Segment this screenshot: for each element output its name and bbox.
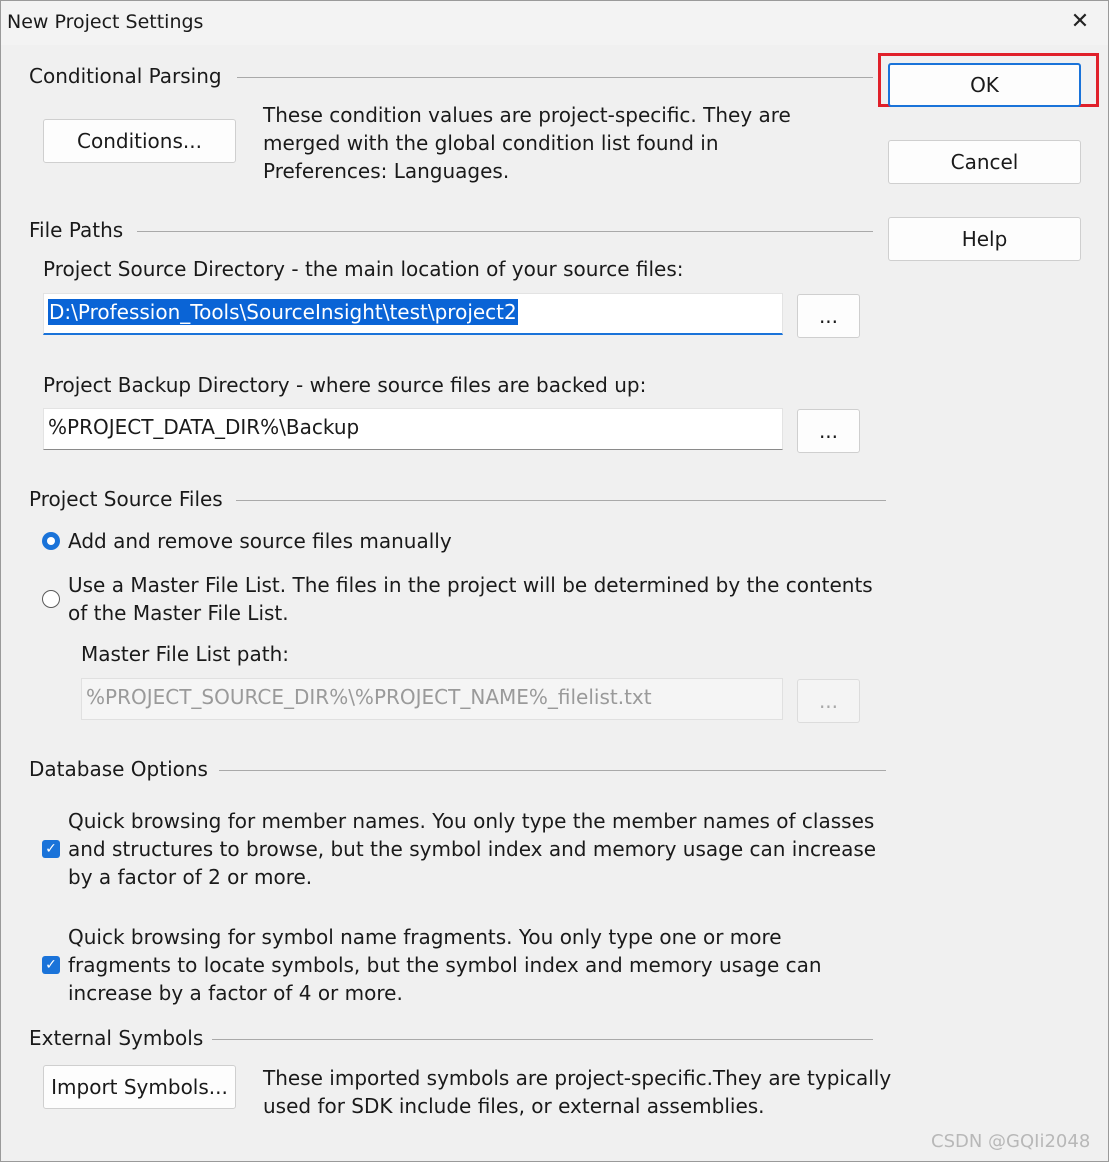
conditions-description: These condition values are project-speci… (263, 101, 791, 185)
master-path-browse-button[interactable]: ... (797, 679, 860, 723)
source-dir-label: Project Source Directory - the main loca… (43, 257, 684, 281)
option-manual-label[interactable]: Add and remove source files manually (68, 527, 452, 555)
name-fragments-line: fragments to locate symbols, but the sym… (68, 953, 822, 977)
ok-button[interactable]: OK (888, 63, 1081, 107)
section-divider (137, 231, 873, 232)
section-heading-file-paths: File Paths (29, 218, 124, 242)
conditions-button[interactable]: Conditions... (43, 119, 236, 163)
source-dir-input[interactable]: D:\Profession_Tools\SourceInsight\test\p… (43, 293, 783, 335)
member-names-line: Quick browsing for member names. You onl… (68, 809, 875, 833)
checkbox-member-names[interactable]: ✓ (42, 840, 60, 858)
name-fragments-line: increase by a factor of 4 or more. (68, 981, 403, 1005)
option-master-line: Use a Master File List. The files in the… (68, 573, 873, 597)
import-symbols-button[interactable]: Import Symbols... (43, 1065, 236, 1109)
section-divider (219, 770, 886, 771)
section-heading-conditional-parsing: Conditional Parsing (29, 64, 222, 88)
option-master-label[interactable]: Use a Master File List. The files in the… (68, 571, 873, 627)
section-divider (236, 500, 886, 501)
section-divider (237, 77, 873, 78)
master-path-label: Master File List path: (81, 642, 290, 666)
radio-master-file-list[interactable] (42, 590, 60, 608)
description-line: These imported symbols are project-speci… (263, 1066, 892, 1090)
section-heading-project-source-files: Project Source Files (29, 487, 223, 511)
description-line: Preferences: Languages. (263, 159, 510, 183)
section-divider (212, 1039, 873, 1040)
help-button[interactable]: Help (888, 217, 1081, 261)
cancel-button[interactable]: Cancel (888, 140, 1081, 184)
member-names-line: by a factor of 2 or more. (68, 865, 313, 889)
name-fragments-line: Quick browsing for symbol name fragments… (68, 925, 782, 949)
master-path-value: %PROJECT_SOURCE_DIR%\%PROJECT_NAME%_file… (86, 685, 652, 709)
section-heading-external-symbols: External Symbols (29, 1026, 204, 1050)
section-heading-database-options: Database Options (29, 757, 208, 781)
name-fragments-label[interactable]: Quick browsing for symbol name fragments… (68, 923, 822, 1007)
master-path-input[interactable]: %PROJECT_SOURCE_DIR%\%PROJECT_NAME%_file… (81, 678, 783, 720)
backup-dir-browse-button[interactable]: ... (797, 409, 860, 453)
backup-dir-label: Project Backup Directory - where source … (43, 373, 647, 397)
checkbox-name-fragments[interactable]: ✓ (42, 956, 60, 974)
member-names-line: and structures to browse, but the symbol… (68, 837, 877, 861)
close-icon[interactable]: ✕ (1067, 9, 1093, 35)
backup-dir-value: %PROJECT_DATA_DIR%\Backup (48, 415, 360, 439)
dialog-title: New Project Settings (7, 11, 204, 33)
description-line: merged with the global condition list fo… (263, 131, 719, 155)
option-master-line: of the Master File List. (68, 601, 289, 625)
source-dir-browse-button[interactable]: ... (797, 294, 860, 338)
title-bar: New Project Settings ✕ (1, 1, 1108, 45)
member-names-label[interactable]: Quick browsing for member names. You onl… (68, 807, 876, 891)
import-symbols-description: These imported symbols are project-speci… (263, 1064, 891, 1120)
description-line: used for SDK include files, or external … (263, 1094, 765, 1118)
radio-add-remove-manually[interactable] (42, 532, 60, 550)
backup-dir-input[interactable]: %PROJECT_DATA_DIR%\Backup (43, 408, 783, 450)
new-project-settings-dialog: New Project Settings ✕ Conditional Parsi… (0, 0, 1109, 1162)
description-line: These condition values are project-speci… (263, 103, 791, 127)
source-dir-value: D:\Profession_Tools\SourceInsight\test\p… (48, 299, 518, 325)
watermark-text: CSDN @GQIi2048 (931, 1131, 1091, 1152)
